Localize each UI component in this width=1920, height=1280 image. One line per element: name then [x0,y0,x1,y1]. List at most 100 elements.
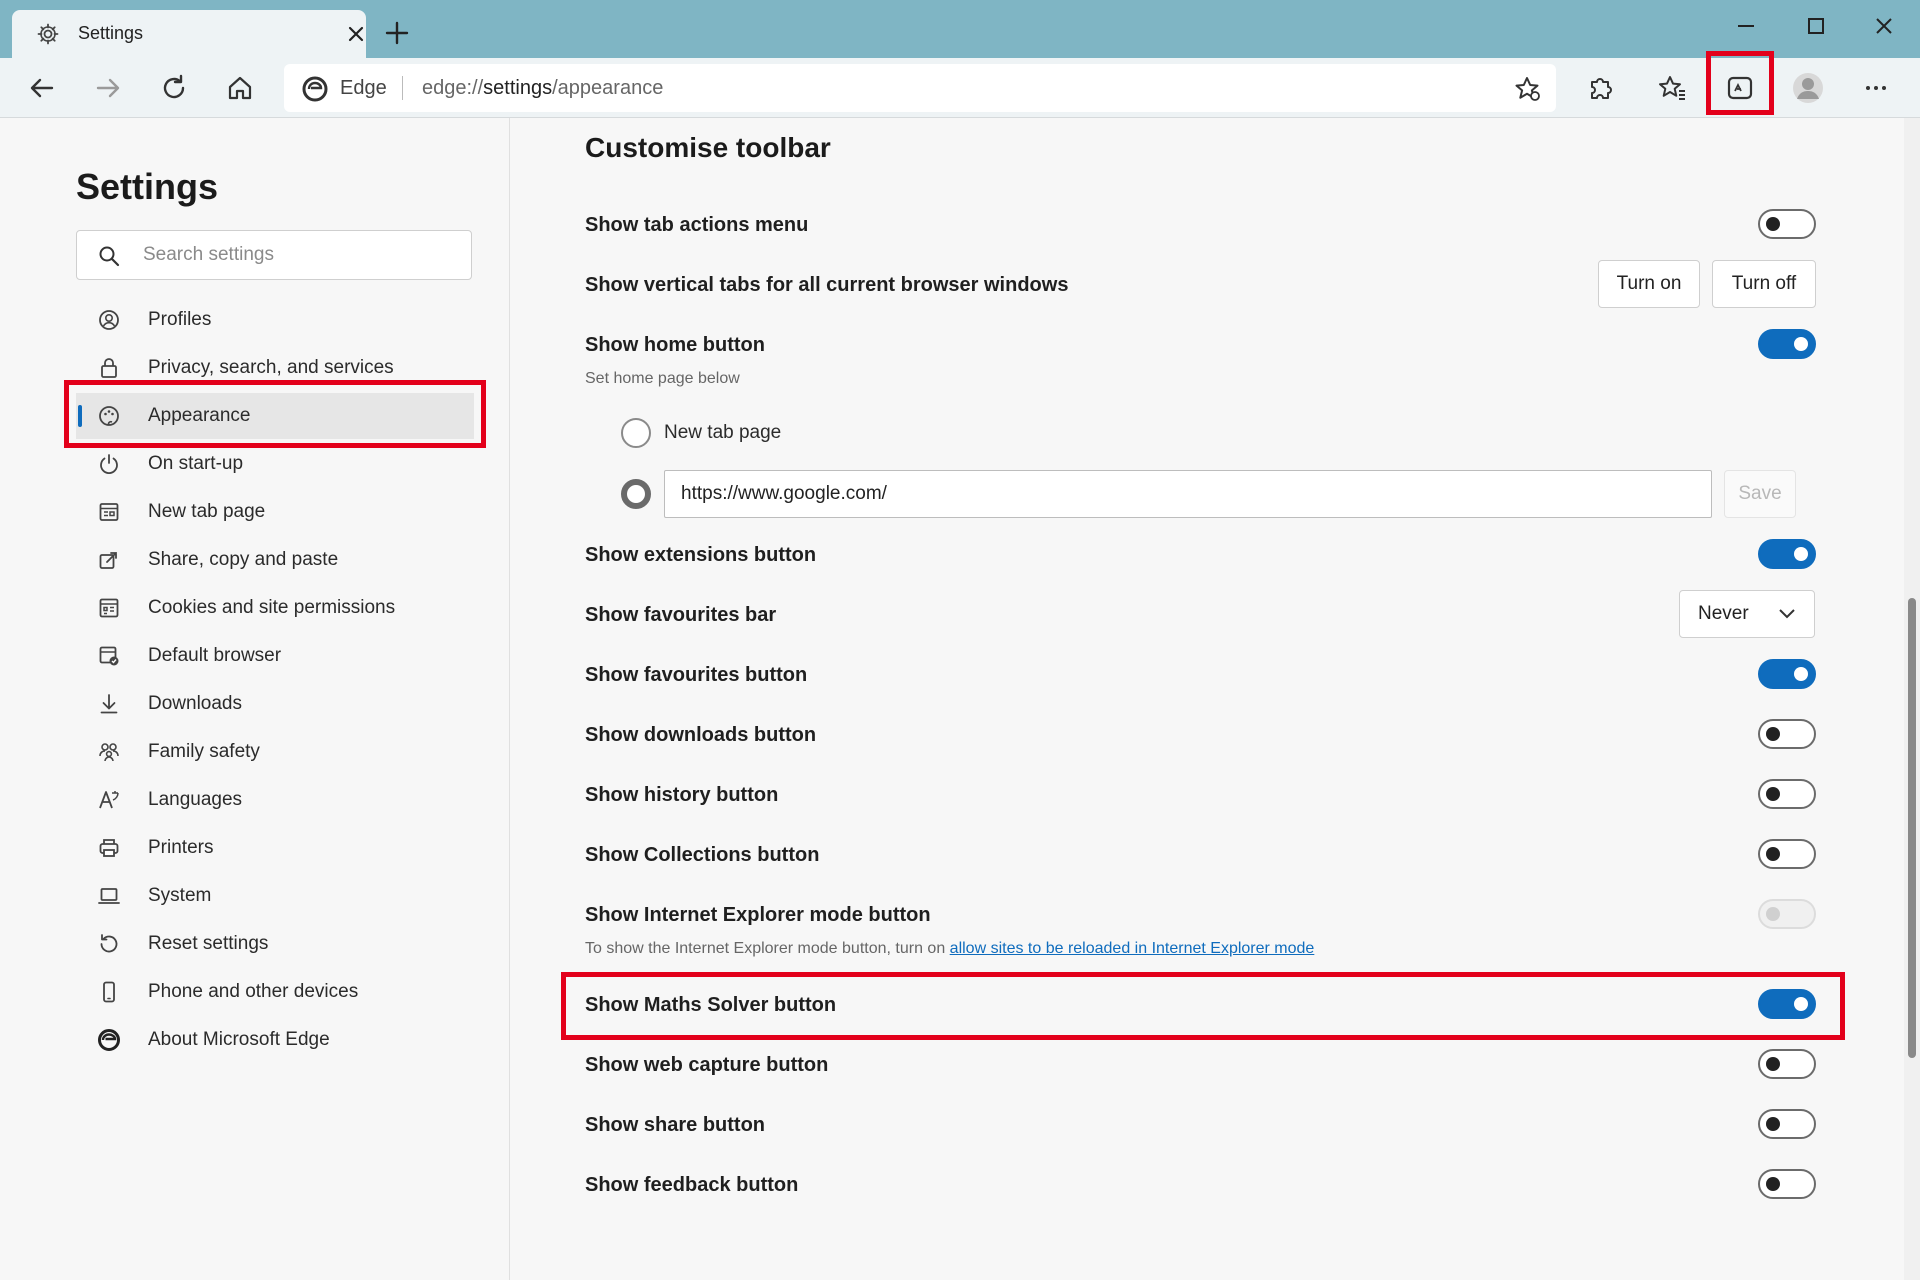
sidebar-item-label: System [148,885,212,906]
custom-url-radio[interactable] [621,479,651,509]
downloads-label: Show downloads button [585,724,817,746]
tab-strip: Settings [0,0,1920,58]
collections-label: Show Collections button [585,844,820,866]
ie-mode-sub-text: To show the Internet Explorer mode butto… [585,940,946,957]
profile-button[interactable] [1790,70,1826,106]
sidebar-item-label: Languages [148,789,243,810]
search-box[interactable] [76,230,472,280]
turn-off-button[interactable]: Turn off [1712,260,1816,308]
ie-mode-link[interactable]: allow sites to be reloaded in Internet E… [950,940,1315,957]
web-capture-toggle[interactable] [1758,1049,1816,1079]
tab-settings[interactable]: Settings [12,10,366,58]
ie-mode-label: Show Internet Explorer mode button [585,904,931,926]
sidebar-item-reset-settings[interactable]: Reset settings [76,921,474,967]
sidebar-item-label: Printers [148,837,214,858]
avatar-icon [1793,73,1823,103]
sidebar-item-label: On start-up [148,453,244,474]
reset-icon [96,931,122,957]
back-button[interactable] [24,70,60,106]
family-icon [96,739,122,765]
sidebar-title: Settings [76,166,219,207]
new-tab-page-radio[interactable] [621,418,651,448]
sidebar-item-about-edge[interactable]: About Microsoft Edge [76,1017,474,1063]
ie-mode-sublabel: To show the Internet Explorer mode butto… [585,940,1314,958]
search-input[interactable] [143,239,453,271]
sidebar-item-printers[interactable]: Printers [76,825,474,871]
favourites-button[interactable] [1654,70,1690,106]
home-url-input[interactable] [664,470,1712,518]
scrollbar-thumb[interactable] [1908,598,1916,1058]
address-separator [402,76,403,100]
sidebar-item-on-start-up[interactable]: On start-up [76,441,474,487]
close-tab-icon[interactable] [344,22,368,46]
download-icon [96,691,122,717]
address-url[interactable]: edge://settings/appearance [422,77,663,100]
maths-solver-toolbar-highlight [1706,51,1774,115]
sidebar-item-phone-devices[interactable]: Phone and other devices [76,969,474,1015]
edge-logo-icon [302,76,328,102]
appearance-highlight [64,380,486,448]
forward-arrow-icon [96,78,120,98]
tab-actions-toggle[interactable] [1758,209,1816,239]
share-label: Show share button [585,1114,765,1136]
maximize-icon[interactable] [1798,8,1834,44]
new-tab-plus-icon[interactable] [382,18,412,48]
toggle-knob [1766,907,1780,921]
home-button-toggle[interactable] [1758,329,1816,359]
address-brand-label: Edge [340,77,387,99]
more-dots-icon [1866,86,1886,90]
toggle-knob [1766,217,1780,231]
toggle-knob [1766,1117,1780,1131]
refresh-icon [163,74,185,99]
sidebar-item-new-tab-page[interactable]: New tab page [76,489,474,535]
sidebar-item-system[interactable]: System [76,873,474,919]
power-icon [96,451,122,477]
home-button-label: Show home button [585,334,765,356]
sidebar-item-label: New tab page [148,501,266,522]
minimize-icon[interactable] [1728,8,1764,44]
favourites-button-toggle[interactable] [1758,659,1816,689]
vertical-tabs-label: Show vertical tabs for all current brows… [585,274,1069,296]
feedback-toggle[interactable] [1758,1169,1816,1199]
sidebar-item-downloads[interactable]: Downloads [76,681,474,727]
url-prefix: edge:// [422,77,484,99]
page-scrollbar[interactable] [1904,118,1920,1280]
forward-button[interactable] [90,70,126,106]
extensions-label: Show extensions button [585,544,817,566]
sidebar-item-profiles[interactable]: Profiles [76,297,474,343]
puzzle-icon [1591,78,1612,99]
history-toggle[interactable] [1758,779,1816,809]
gear-icon [37,23,59,45]
add-favourite-icon[interactable] [1512,74,1542,104]
edge-logo-icon [96,1027,122,1053]
collections-toggle[interactable] [1758,839,1816,869]
favourites-bar-select[interactable]: Never [1679,590,1815,638]
home-button-sublabel: Set home page below [585,370,740,387]
more-options-button[interactable] [1858,70,1894,106]
toggle-knob [1794,667,1808,681]
favourites-bar-label: Show favourites bar [585,604,777,626]
address-bar[interactable]: Edge edge://settings/appearance [284,64,1556,112]
share-toggle[interactable] [1758,1109,1816,1139]
extensions-button[interactable] [1582,70,1618,106]
sidebar-item-default-browser[interactable]: Default browser [76,633,474,679]
browser-toolbar: Edge edge://settings/appearance [0,51,1920,118]
sidebar-item-label: Reset settings [148,933,269,954]
toggle-knob [1794,337,1808,351]
refresh-button[interactable] [156,70,192,106]
settings-main: Customise toolbar Show tab actions menu … [511,118,1901,1280]
save-button[interactable]: Save [1724,470,1796,518]
sidebar-item-languages[interactable]: Languages [76,777,474,823]
turn-on-button[interactable]: Turn on [1598,260,1700,308]
sidebar-item-family-safety[interactable]: Family safety [76,729,474,775]
phone-icon [96,979,122,1005]
downloads-toggle[interactable] [1758,719,1816,749]
ie-mode-toggle[interactable] [1758,899,1816,929]
sidebar-item-cookies[interactable]: Cookies and site permissions [76,585,474,631]
extensions-toggle[interactable] [1758,539,1816,569]
home-button[interactable] [222,70,258,106]
sidebar-item-share-copy-paste[interactable]: Share, copy and paste [76,537,474,583]
back-arrow-icon [30,78,54,98]
close-window-icon[interactable] [1866,8,1902,44]
sidebar-item-label: Privacy, search, and services [148,357,394,378]
